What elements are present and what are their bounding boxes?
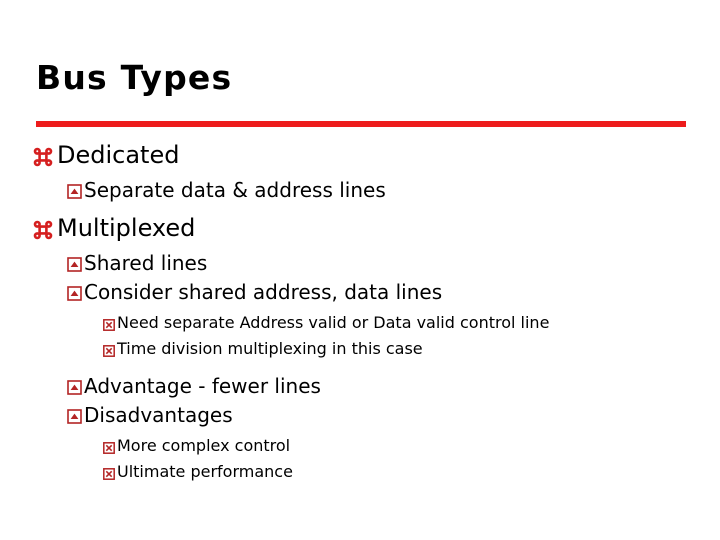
boxed-x-bullet-icon <box>103 345 117 357</box>
boxed-chevron-bullet-icon <box>67 257 84 272</box>
bullet-label: Separate data & address lines <box>84 178 386 202</box>
bullet-item-shared-lines: Shared lines <box>0 250 720 279</box>
bullet-item-dedicated: Dedicated <box>0 140 720 173</box>
boxed-x-bullet-icon <box>103 468 117 480</box>
bullet-label: Time division multiplexing in this case <box>117 339 423 358</box>
boxed-chevron-bullet-icon <box>67 184 84 199</box>
page-title: Bus Types <box>36 58 233 97</box>
place-of-interest-bullet-icon <box>33 220 57 240</box>
boxed-x-bullet-icon <box>103 442 117 454</box>
bullet-item-consider-shared: Consider shared address, data lines <box>0 279 720 308</box>
slide: Bus Types Dedicated Separate data & addr… <box>0 0 720 540</box>
bullet-item-advantage: Advantage - fewer lines <box>0 373 720 402</box>
bullet-label: Need separate Address valid or Data vali… <box>117 313 550 332</box>
bullet-label: Dedicated <box>57 141 180 169</box>
bullet-item-time-division: Time division multiplexing in this case <box>0 338 720 364</box>
boxed-chevron-bullet-icon <box>67 286 84 301</box>
bullet-item-ultimate-performance: Ultimate performance <box>0 461 720 487</box>
bullet-item-separate-lines: Separate data & address lines <box>0 177 720 206</box>
boxed-x-bullet-icon <box>103 319 117 331</box>
bullet-item-more-complex-control: More complex control <box>0 435 720 461</box>
bullet-label: Shared lines <box>84 251 208 275</box>
bullet-label: Advantage - fewer lines <box>84 374 321 398</box>
boxed-chevron-bullet-icon <box>67 380 84 395</box>
bullet-item-multiplexed: Multiplexed <box>0 213 720 246</box>
bullet-label: Consider shared address, data lines <box>84 280 443 304</box>
bullet-label: Disadvantages <box>84 403 233 427</box>
boxed-chevron-bullet-icon <box>67 409 84 424</box>
place-of-interest-bullet-icon <box>33 147 57 167</box>
bullet-item-need-separate: Need separate Address valid or Data vali… <box>0 312 720 338</box>
bullet-item-disadvantages: Disadvantages <box>0 402 720 431</box>
slide-body: Dedicated Separate data & address lines <box>0 140 720 487</box>
title-divider-rule <box>36 121 686 127</box>
bullet-label: Multiplexed <box>57 214 196 242</box>
bullet-label: Ultimate performance <box>117 462 293 481</box>
bullet-label: More complex control <box>117 436 291 455</box>
